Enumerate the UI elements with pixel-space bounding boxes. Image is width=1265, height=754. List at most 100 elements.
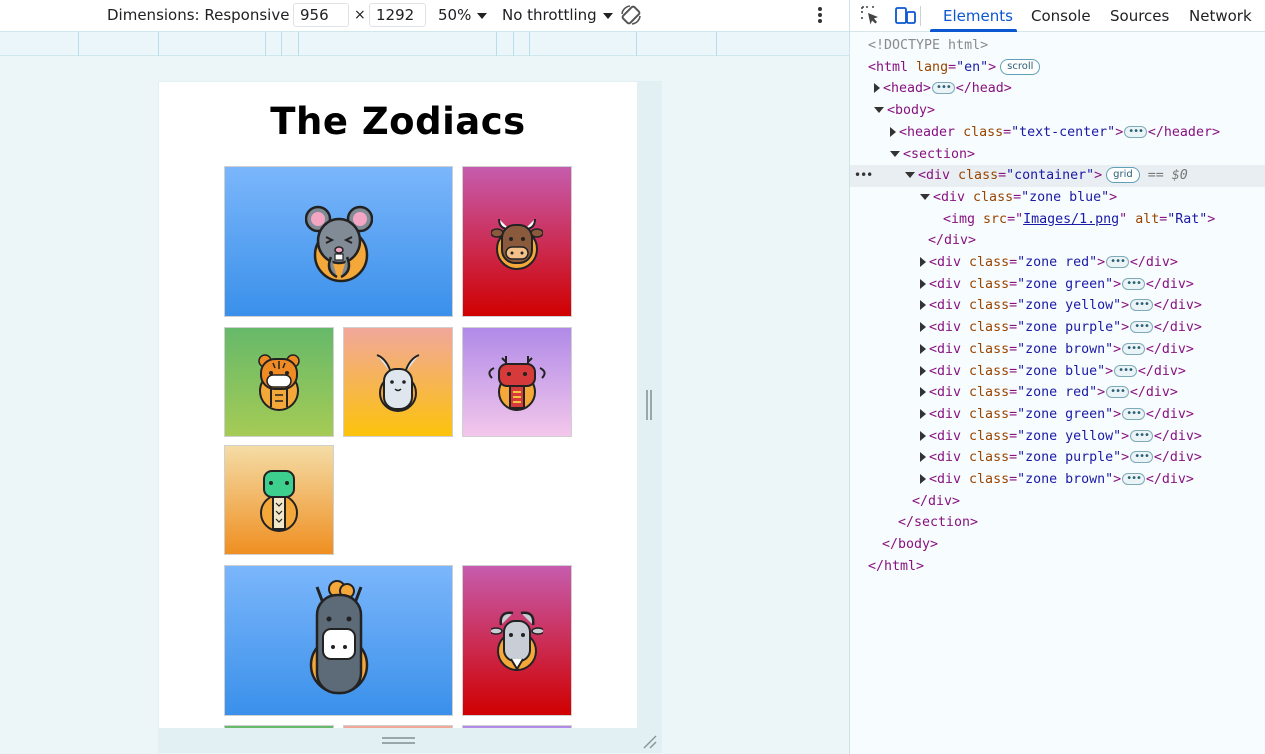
tab-network[interactable]: Network: [1189, 0, 1252, 32]
dom-node-img[interactable]: <img src="Images/1.png" alt="Rat">: [850, 209, 1265, 231]
expand-arrow-icon[interactable]: [920, 257, 926, 267]
dom-node-doctype[interactable]: <!DOCTYPE html>: [850, 35, 1265, 57]
width-input[interactable]: 956: [293, 3, 349, 27]
expand-arrow-icon[interactable]: [890, 126, 896, 137]
ellipsis-badge[interactable]: •••: [1130, 429, 1153, 442]
ox-icon: [491, 218, 543, 270]
dom-node-html[interactable]: <html lang="en"> scroll: [850, 57, 1265, 79]
device-toolbar: Dimensions: Responsive 956 × 1292 50% No…: [0, 0, 849, 31]
dom-node-container-selected[interactable]: ••• <div class="container"> grid == $0: [850, 165, 1265, 187]
throttling-dropdown[interactable]: No throttling: [502, 0, 613, 31]
dom-node-body[interactable]: <body>: [850, 100, 1265, 122]
device-toolbar-toggle-icon[interactable]: [894, 5, 916, 27]
ellipsis-badge[interactable]: •••: [1122, 473, 1145, 485]
ellipsis-badge[interactable]: •••: [1114, 364, 1137, 377]
dom-node-zone[interactable]: <div class="zone red"> ••• </div>: [850, 382, 1265, 404]
active-tab-indicator: [930, 29, 1017, 32]
zoom-label: 50%: [438, 6, 472, 24]
dom-node-close[interactable]: </div>: [850, 491, 1265, 513]
dom-node-zone[interactable]: <div class="zone red"> ••• </div>: [850, 252, 1265, 274]
ellipsis-badge[interactable]: •••: [1130, 451, 1153, 464]
zone-dragon-2: [462, 725, 572, 728]
scroll-badge[interactable]: scroll: [1000, 58, 1041, 75]
more-options-icon[interactable]: [816, 6, 824, 26]
throttling-label: No throttling: [502, 6, 597, 24]
ellipsis-badge[interactable]: •••: [1130, 321, 1153, 334]
ellipsis-badge[interactable]: •••: [1122, 342, 1145, 355]
media-query-ruler[interactable]: [0, 31, 849, 56]
ellipsis-badge[interactable]: •••: [1106, 386, 1129, 399]
height-input[interactable]: 1292: [369, 3, 426, 27]
dom-node-close[interactable]: </body>: [850, 534, 1265, 556]
node-actions-icon[interactable]: •••: [854, 165, 873, 187]
dom-node-header[interactable]: <header class="text-center"> ••• </header>: [850, 122, 1265, 144]
rabbit-icon: [376, 354, 420, 412]
expand-arrow-icon[interactable]: [920, 408, 926, 419]
resize-handle-bottom[interactable]: [382, 737, 415, 745]
rotate-icon[interactable]: [619, 3, 643, 27]
dom-node-zone[interactable]: <div class="zone green"> ••• </div>: [850, 274, 1265, 296]
expand-arrow-icon[interactable]: [920, 343, 926, 354]
device-emulation-area: Dimensions: Responsive 956 × 1292 50% No…: [0, 0, 849, 754]
dimensions-dropdown[interactable]: Dimensions: Responsive: [107, 0, 306, 31]
goat-icon: [491, 611, 543, 671]
zone-horse: [224, 565, 453, 716]
expand-arrow-icon[interactable]: [920, 365, 926, 376]
dragon-icon: [488, 356, 546, 411]
grid-badge[interactable]: grid: [1106, 167, 1140, 184]
dom-node-zone[interactable]: <div class="zone green"> ••• </div>: [850, 404, 1265, 426]
dom-node-close[interactable]: </html>: [850, 556, 1265, 578]
ellipsis-badge[interactable]: •••: [932, 82, 955, 95]
collapse-arrow-icon[interactable]: [874, 107, 884, 114]
resize-handle-right[interactable]: [646, 390, 652, 420]
ellipsis-badge[interactable]: •••: [1106, 256, 1129, 268]
zone-snake: [224, 445, 334, 555]
dom-node-zone[interactable]: <div class="zone brown"> ••• </div>: [850, 339, 1265, 361]
ellipsis-badge[interactable]: •••: [1122, 277, 1145, 290]
ellipsis-badge[interactable]: •••: [1122, 407, 1145, 420]
dom-node-zone[interactable]: <div class="zone yellow"> ••• </div>: [850, 295, 1265, 317]
resize-handle-corner[interactable]: [641, 733, 657, 749]
dom-node-head[interactable]: <head> ••• </head>: [850, 78, 1265, 100]
tab-elements[interactable]: Elements: [943, 0, 1013, 32]
selected-node-marker: == $0: [1147, 168, 1188, 184]
img-src-link[interactable]: Images/1.png: [1023, 212, 1119, 227]
expand-arrow-icon[interactable]: [874, 83, 880, 94]
times-sign: ×: [354, 7, 366, 23]
dom-node-zone[interactable]: <div class="zone purple"> ••• </div>: [850, 317, 1265, 339]
dom-node-zone[interactable]: <div class="zone blue"> ••• </div>: [850, 361, 1265, 383]
chevron-down-icon: [602, 12, 613, 19]
expand-arrow-icon[interactable]: [920, 322, 926, 333]
expand-arrow-icon[interactable]: [920, 474, 926, 484]
expand-arrow-icon[interactable]: [920, 387, 926, 398]
zone-ox: [462, 166, 572, 317]
expand-arrow-icon[interactable]: [920, 278, 926, 289]
tab-sources[interactable]: Sources: [1110, 0, 1169, 32]
zoom-dropdown[interactable]: 50%: [438, 0, 488, 31]
inspect-element-icon[interactable]: [860, 5, 882, 27]
collapse-arrow-icon[interactable]: [890, 150, 900, 157]
dom-node-zone[interactable]: <div class="zone purple"> ••• </div>: [850, 447, 1265, 469]
dom-tree: <!DOCTYPE html> <html lang="en"> scroll <…: [850, 33, 1265, 754]
expand-arrow-icon[interactable]: [920, 300, 926, 311]
expand-arrow-icon[interactable]: [920, 452, 926, 463]
dom-node-section[interactable]: <section>: [850, 144, 1265, 166]
ellipsis-badge[interactable]: •••: [1124, 125, 1147, 138]
zone-dragon: [462, 327, 572, 437]
dom-node-zone[interactable]: <div class="zone yellow"> ••• </div>: [850, 426, 1265, 448]
ellipsis-badge[interactable]: •••: [1130, 299, 1153, 312]
expand-arrow-icon[interactable]: [920, 430, 926, 441]
zone-rabbit-2: [343, 725, 453, 728]
zone-tiger-2: [224, 725, 334, 728]
dom-node-zone[interactable]: <div class="zone blue">: [850, 187, 1265, 209]
snake-icon: [260, 470, 298, 532]
tab-console[interactable]: Console: [1031, 0, 1091, 32]
collapse-arrow-icon[interactable]: [920, 193, 930, 200]
dom-node-zone[interactable]: <div class="zone brown"> ••• </div>: [850, 469, 1265, 491]
zone-goat: [462, 565, 572, 716]
zone-tiger: [224, 327, 334, 437]
dom-node-close[interactable]: </section>: [850, 512, 1265, 534]
dom-node-close[interactable]: </div>: [850, 230, 1265, 252]
tiger-icon: [258, 354, 300, 411]
collapse-arrow-icon[interactable]: [905, 172, 915, 179]
